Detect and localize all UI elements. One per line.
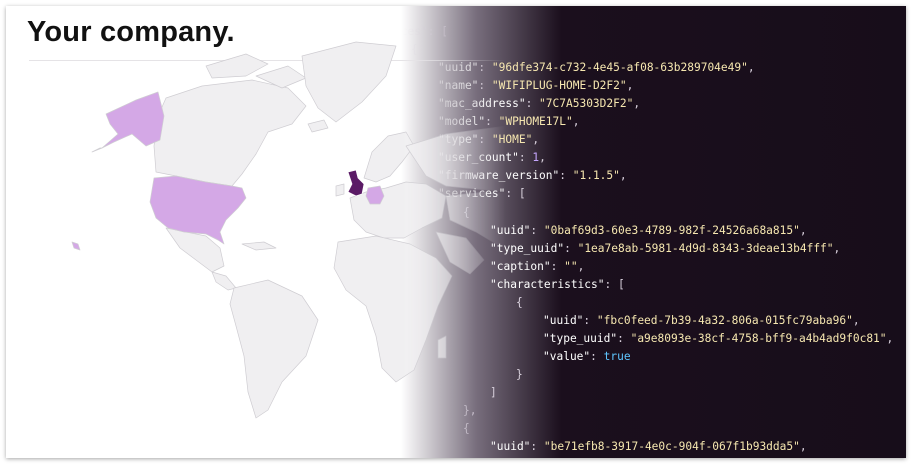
map-region-caribbean	[241, 241, 277, 251]
map-region-asia	[445, 185, 707, 271]
world-map	[71, 41, 775, 419]
map-region-scandinavia	[363, 131, 415, 183]
map-region-hawaii	[71, 241, 81, 251]
map-region-madagascar	[437, 335, 447, 359]
map-region-greenland	[301, 41, 397, 123]
map-region-ireland	[335, 183, 345, 197]
map-region-russia	[405, 121, 767, 193]
map-region-iceland	[307, 119, 329, 133]
map-region-united-kingdom	[347, 169, 365, 197]
map-region-europe	[349, 181, 447, 239]
map-region-alaska	[91, 147, 103, 153]
map-region-central-america	[211, 271, 237, 291]
map-region-india	[525, 251, 555, 299]
map-region-japan	[707, 201, 723, 229]
map-region-southeast-asia	[583, 267, 611, 303]
screenshot-frame: ices": [{"uuid": "96dfe374-c732-4e45-af0…	[6, 6, 906, 458]
map-region-south-america	[229, 279, 319, 419]
map-region-new-zealand	[763, 377, 775, 401]
map-region-africa	[333, 235, 453, 383]
map-region-indonesia	[595, 303, 657, 319]
map-region-alaska	[101, 91, 165, 149]
map-region-united-states	[149, 175, 247, 245]
map-region-arctic-islands	[205, 53, 269, 79]
map-panel: Your company.	[6, 6, 906, 458]
map-region-germany	[365, 185, 385, 205]
map-region-australia	[645, 323, 739, 383]
map-region-canada	[153, 79, 307, 187]
